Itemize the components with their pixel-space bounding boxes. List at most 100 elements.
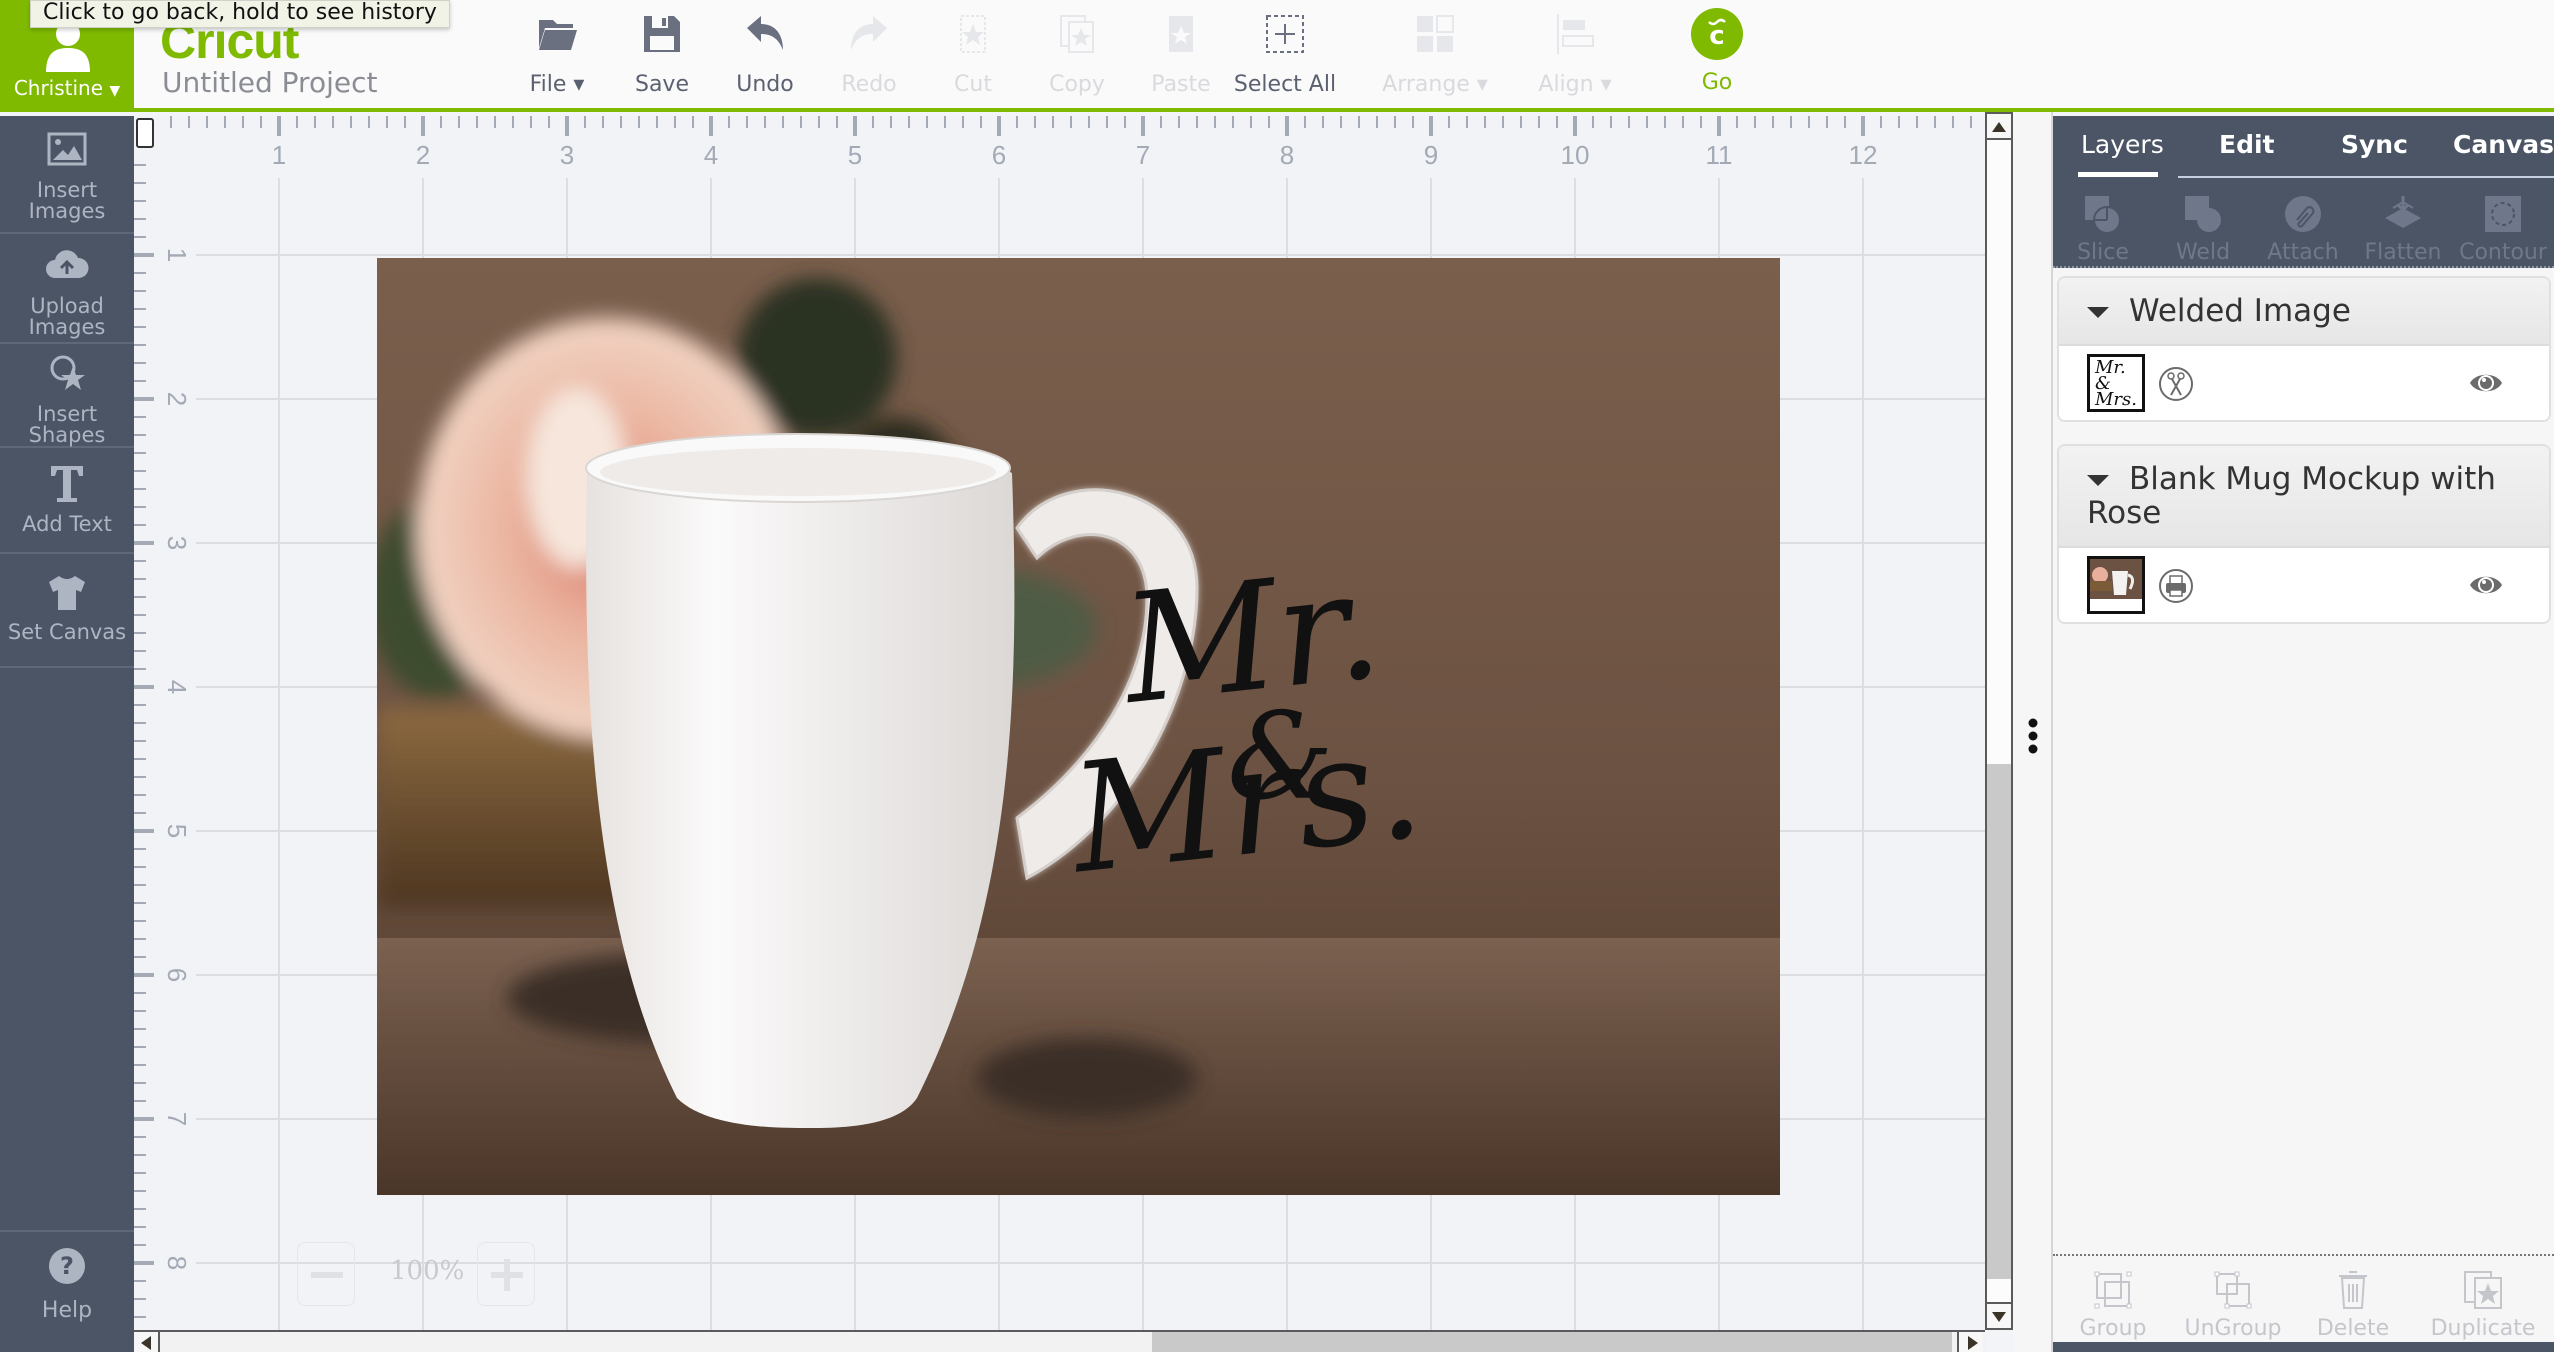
group-button[interactable]: Group xyxy=(2053,1270,2173,1341)
tab-edit[interactable]: Edit xyxy=(2219,130,2275,159)
duplicate-button[interactable]: Duplicate xyxy=(2413,1270,2553,1341)
arrange-button[interactable]: Arrange ▾ xyxy=(1375,12,1495,100)
arrow-right-icon xyxy=(1968,1336,1978,1350)
ungroup-icon xyxy=(2214,1271,2252,1309)
zoom-level: 100% xyxy=(390,1256,465,1286)
tab-sync[interactable]: Sync xyxy=(2341,130,2408,159)
arrow-left-icon xyxy=(141,1336,151,1350)
slice-icon xyxy=(2085,196,2121,234)
save-button[interactable]: Save xyxy=(607,12,717,100)
tab-layers[interactable]: Layers xyxy=(2081,130,2164,159)
layers-panel: Layers Edit Sync Canvas Slice Weld Attac… xyxy=(2053,116,2554,1352)
ruler-label: 1 xyxy=(162,248,192,262)
ruler-label: 7 xyxy=(1136,140,1150,170)
horizontal-scrollbar[interactable] xyxy=(134,1330,1985,1352)
ruler-label: 2 xyxy=(162,392,192,406)
attach-icon xyxy=(2285,196,2321,232)
ruler-label: 10 xyxy=(1561,140,1590,170)
align-icon xyxy=(1557,14,1594,54)
eye-icon[interactable] xyxy=(2468,570,2504,600)
paste-button[interactable]: Paste xyxy=(1126,12,1236,100)
contour-button[interactable]: Contour xyxy=(2453,194,2553,265)
horizontal-scroll-thumb[interactable] xyxy=(1152,1332,1952,1352)
arrow-up-icon xyxy=(1992,122,2006,132)
design-text-mrs: Mrs. xyxy=(1063,697,1431,908)
folder-icon xyxy=(539,20,577,50)
weld-button[interactable]: Weld xyxy=(2153,194,2253,265)
sidebar-item-insert-shapes[interactable]: Insert Shapes xyxy=(0,344,134,448)
redo-button[interactable]: Redo xyxy=(814,12,924,100)
more-vertical-icon xyxy=(2028,718,2038,754)
tab-canvas[interactable]: Canvas xyxy=(2453,130,2554,159)
ruler-label: 5 xyxy=(162,824,192,838)
layer-group-header[interactable]: Welded Image xyxy=(2059,278,2549,346)
sidebar-item-upload-images[interactable]: Upload Images xyxy=(0,234,134,344)
vertical-scrollbar[interactable] xyxy=(1985,112,2013,1330)
shapes-icon xyxy=(50,355,85,390)
copy-button[interactable]: Copy xyxy=(1022,12,1132,100)
cloud-upload-icon xyxy=(46,250,89,278)
file-button[interactable]: File ▾ xyxy=(502,12,612,100)
horizontal-ruler: 1 2 3 4 5 6 7 8 9 10 11 12 xyxy=(170,116,1972,170)
zoom-out-button[interactable] xyxy=(297,1242,355,1306)
ruler-label: 5 xyxy=(848,140,862,170)
select-all-icon xyxy=(1266,15,1304,53)
mug-mockup-image[interactable]: Mr. & Mrs. xyxy=(377,258,1780,1195)
ungroup-button[interactable]: UnGroup xyxy=(2173,1270,2293,1341)
panel-resize-handle[interactable] xyxy=(2013,112,2053,1352)
scroll-down-button[interactable] xyxy=(1987,1302,2011,1328)
layer-group-welded-image[interactable]: Welded Image Mr. & Mrs. xyxy=(2057,276,2551,422)
ruler-label: 11 xyxy=(1706,140,1733,170)
undo-button[interactable]: Undo xyxy=(710,12,820,100)
duplicate-icon xyxy=(2464,1271,2502,1309)
ruler-label: 8 xyxy=(162,1256,192,1270)
ruler-label: 9 xyxy=(1424,140,1438,170)
attach-button[interactable]: Attach xyxy=(2253,194,2353,265)
scroll-up-button[interactable] xyxy=(1987,114,2011,140)
collapse-triangle-icon[interactable] xyxy=(2087,475,2109,486)
ruler-label: 12 xyxy=(1849,140,1878,170)
sidebar-item-set-canvas[interactable]: Set Canvas xyxy=(0,554,134,668)
layer-group-header[interactable]: Blank Mug Mockup with Rose xyxy=(2059,446,2549,548)
mr-mrs-design[interactable]: Mr. & Mrs. xyxy=(1064,538,1430,907)
active-tab-indicator xyxy=(2078,172,2158,177)
svg-text:c: c xyxy=(1709,21,1724,51)
sidebar-item-add-text[interactable]: Add Text xyxy=(0,448,134,554)
svg-text:?: ? xyxy=(60,1252,74,1280)
left-sidebar: Insert Images Upload Images Insert Shapes A… xyxy=(0,116,134,1352)
collapse-triangle-icon[interactable] xyxy=(2087,307,2109,318)
contour-icon xyxy=(2485,196,2521,232)
flatten-button[interactable]: Flatten xyxy=(2353,194,2453,265)
sidebar-label: Insert Shapes xyxy=(28,402,106,447)
weld-icon xyxy=(2185,196,2221,232)
vertical-scroll-thumb[interactable] xyxy=(1987,764,2011,1279)
cricut-go-icon: c xyxy=(1691,8,1743,60)
delete-button[interactable]: Delete xyxy=(2293,1270,2413,1341)
cut-icon xyxy=(960,15,986,53)
layer-group-blank-mug[interactable]: Blank Mug Mockup with Rose xyxy=(2057,444,2551,624)
ruler-label: 4 xyxy=(162,680,192,694)
scroll-left-button[interactable] xyxy=(134,1332,160,1352)
printer-icon[interactable] xyxy=(2158,568,2194,604)
panel-footer-toolbar: Group UnGroup Delete Duplicate xyxy=(2053,1254,2554,1352)
scroll-right-button[interactable] xyxy=(1957,1332,1983,1352)
ruler-corner xyxy=(136,118,154,148)
select-all-button[interactable]: Select All xyxy=(1230,12,1340,100)
sidebar-item-insert-images[interactable]: Insert Images xyxy=(0,116,134,234)
sidebar-label: Add Text xyxy=(22,512,112,536)
scissors-icon[interactable] xyxy=(2158,366,2194,402)
caret-down-icon: ▼ xyxy=(109,83,121,99)
text-icon xyxy=(51,466,83,502)
help-button[interactable]: ? Help xyxy=(0,1230,134,1352)
go-button[interactable]: c Go xyxy=(1662,8,1772,100)
cut-button[interactable]: Cut xyxy=(918,12,1028,100)
zoom-in-button[interactable] xyxy=(477,1242,535,1306)
image-icon xyxy=(47,132,87,166)
design-canvas[interactable]: 1 2 3 4 5 6 7 8 9 10 11 12 12345678 Mr. … xyxy=(134,116,1985,1330)
arrange-icon xyxy=(1417,15,1454,52)
layer-row[interactable]: Mr. & Mrs. xyxy=(2059,346,2549,420)
slice-button[interactable]: Slice xyxy=(2053,194,2153,265)
align-button[interactable]: Align ▾ xyxy=(1515,12,1635,100)
layer-row[interactable] xyxy=(2059,548,2549,622)
eye-icon[interactable] xyxy=(2468,368,2504,398)
